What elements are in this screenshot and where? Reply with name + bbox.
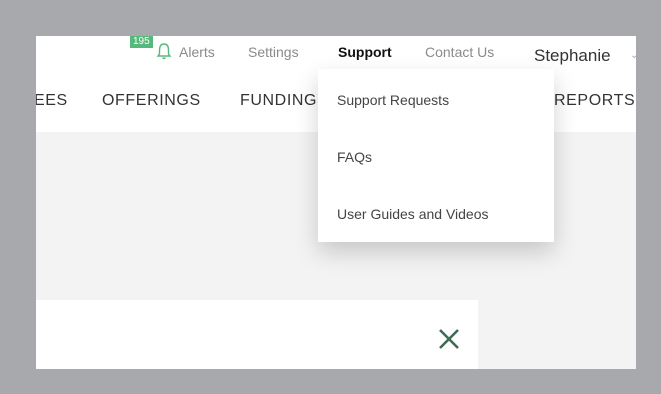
chevron-down-icon[interactable]: ⌄ <box>630 50 636 61</box>
close-icon[interactable] <box>436 326 462 352</box>
alerts-link[interactable]: Alerts <box>179 44 215 60</box>
nav-item-reports[interactable]: REPORTS <box>554 92 635 110</box>
menu-item-support-requests[interactable]: Support Requests <box>337 92 449 108</box>
menu-item-user-guides-videos[interactable]: User Guides and Videos <box>337 206 489 222</box>
nav-item-funding[interactable]: FUNDING <box>240 92 317 110</box>
nav-item-ees[interactable]: EES <box>36 92 68 110</box>
app-window: 195 Alerts Settings Support Contact Us S… <box>36 36 636 369</box>
contact-us-link[interactable]: Contact Us <box>425 44 494 60</box>
alerts-count-badge: 195 <box>130 36 153 48</box>
support-dropdown-menu: Support Requests FAQs User Guides and Vi… <box>318 69 554 242</box>
settings-link[interactable]: Settings <box>248 44 299 60</box>
user-menu[interactable]: Stephanie <box>534 46 611 66</box>
bell-icon[interactable] <box>156 42 172 60</box>
menu-item-faqs[interactable]: FAQs <box>337 149 372 165</box>
support-link[interactable]: Support <box>338 44 392 60</box>
nav-item-offerings[interactable]: OFFERINGS <box>102 92 201 110</box>
modal-panel <box>36 300 478 369</box>
